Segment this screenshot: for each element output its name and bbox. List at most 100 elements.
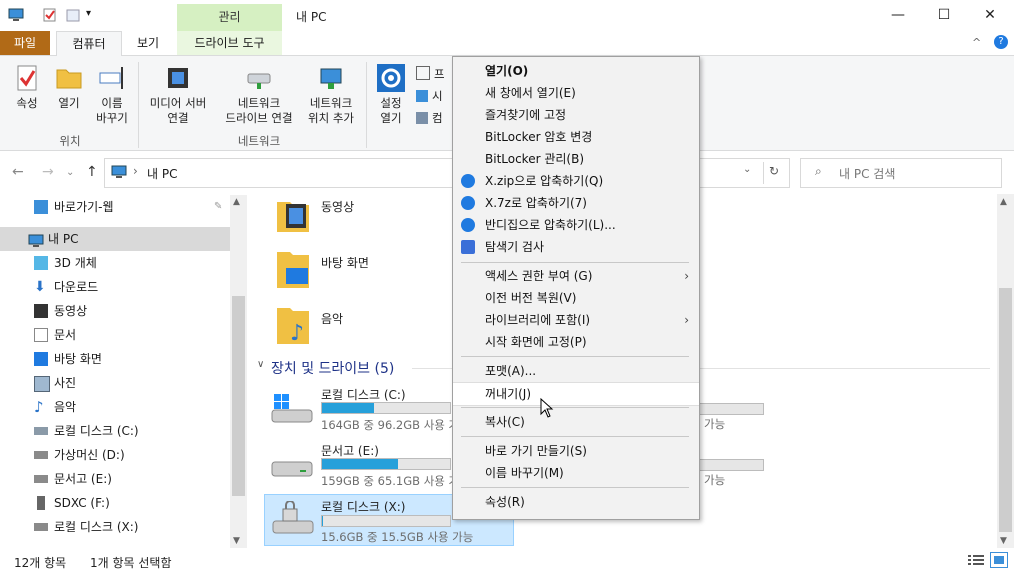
search-input[interactable]: ⌕ 내 PC 검색 <box>800 158 1002 188</box>
menu-item-open[interactable]: 열기(O) <box>453 60 699 82</box>
drive-icon <box>270 454 314 480</box>
address-dropdown-icon[interactable]: ⌄ <box>743 164 751 175</box>
tab-view[interactable]: 보기 <box>124 31 172 55</box>
rename-button[interactable]: 이름 바꾸기 <box>90 64 134 126</box>
sidebar-item-drive-e[interactable]: 문서고 (E:) <box>0 467 230 491</box>
menu-item-properties[interactable]: 속성(R) <box>453 491 699 513</box>
mouse-cursor-icon <box>540 397 554 418</box>
drives-group-header[interactable]: 장치 및 드라이브 (5) <box>271 358 394 378</box>
refresh-icon[interactable]: ↻ <box>769 164 779 178</box>
rename-label-1: 이름 <box>101 96 123 110</box>
large-icons-view-icon[interactable] <box>990 552 1008 568</box>
manage-context-tab[interactable]: 관리 <box>177 4 282 31</box>
menu-item-pin-start[interactable]: 시작 화면에 고정(P) <box>453 331 699 353</box>
rename-label-2: 바꾸기 <box>96 111 128 125</box>
menu-item-eject[interactable]: 꺼내기(J) <box>453 382 699 406</box>
sidebar-scrollbar-thumb[interactable] <box>232 296 245 496</box>
menu-item-restore-versions[interactable]: 이전 버전 복원(V) <box>453 287 699 309</box>
menu-item-give-access[interactable]: 액세스 권한 부여 (G) › <box>453 265 699 287</box>
menu-item-include-library[interactable]: 라이브러리에 포함(I) › <box>453 309 699 331</box>
sidebar-item-downloads[interactable]: ⬇ 다운로드 <box>0 275 230 299</box>
menu-item-bandizip[interactable]: 반디집으로 압축하기(L)... <box>453 214 699 236</box>
svg-text:♪: ♪ <box>290 321 304 346</box>
sd-card-icon <box>37 496 45 510</box>
scroll-up-icon[interactable]: ▲ <box>1000 197 1007 207</box>
tab-computer[interactable]: 컴퓨터 <box>56 31 122 56</box>
document-icon <box>34 328 48 342</box>
content-scrollbar-thumb[interactable] <box>999 288 1012 532</box>
drive-usage-fill <box>322 403 374 413</box>
menu-item-bitlocker-change[interactable]: BitLocker 암호 변경 <box>453 126 699 148</box>
pin-icon[interactable]: ✎ <box>214 195 222 219</box>
sidebar-item-drive-d[interactable]: 가상머신 (D:) <box>0 443 230 467</box>
tab-file[interactable]: 파일 <box>0 31 50 55</box>
drive-usage-bar <box>321 458 451 470</box>
desktop-folder-icon <box>276 250 310 290</box>
sidebar-item-drive-c[interactable]: 로컬 디스크 (C:) <box>0 419 230 443</box>
quick-access-dropdown-icon[interactable]: ▾ <box>86 8 91 19</box>
recent-locations-icon[interactable]: ⌄ <box>66 167 74 178</box>
collapse-ribbon-icon[interactable]: ^ <box>972 36 981 49</box>
help-icon[interactable]: ? <box>994 35 1008 49</box>
sidebar-item-desktop[interactable]: 바탕 화면 <box>0 347 230 371</box>
properties-quick-icon[interactable] <box>42 8 58 22</box>
drive-item-c[interactable]: 로컬 디스크 (C:) 164GB 중 96.2GB 사용 가능 <box>266 382 470 432</box>
menu-item-rename[interactable]: 이름 바꾸기(M) <box>453 462 699 484</box>
minimize-button[interactable]: — <box>875 0 921 31</box>
tab-drive-tools[interactable]: 드라이브 도구 <box>177 31 282 55</box>
sidebar-item-quick-web[interactable]: 바로가기-웹 ✎ <box>0 195 230 219</box>
menu-item-open-new-window[interactable]: 새 창에서 열기(E) <box>453 82 699 104</box>
sidebar-item-music[interactable]: ♪ 음악 <box>0 395 230 419</box>
details-view-icon[interactable] <box>968 554 984 566</box>
back-arrow-icon[interactable]: ← <box>12 164 24 180</box>
menu-item-create-shortcut[interactable]: 바로 가기 만들기(S) <box>453 440 699 462</box>
open-button[interactable]: 열기 <box>50 64 88 111</box>
address-divider <box>763 162 764 184</box>
menu-item-zip[interactable]: X.zip으로 압축하기(Q) <box>453 170 699 192</box>
forward-arrow-icon[interactable]: → <box>42 164 54 180</box>
drive-usage-bar <box>321 515 451 527</box>
netloc-label-2: 위치 추가 <box>308 111 354 125</box>
sidebar-item-videos[interactable]: 동영상 <box>0 299 230 323</box>
computer-icon[interactable] <box>8 8 24 22</box>
settings-label-1: 설정 <box>380 96 402 110</box>
desktop-icon <box>34 352 48 366</box>
menu-item-pin-quick-access[interactable]: 즐겨찾기에 고정 <box>453 104 699 126</box>
menu-item-scan[interactable]: 탐색기 검사 <box>453 236 699 258</box>
folder-item-videos[interactable]: 동영상 <box>276 194 354 234</box>
sidebar-item-drive-f[interactable]: SDXC (F:) <box>0 491 230 515</box>
add-network-location-button[interactable]: 네트워크 위치 추가 <box>302 64 360 126</box>
menu-item-format[interactable]: 포맷(A)... <box>453 360 699 382</box>
rename-icon <box>98 64 126 92</box>
map-network-drive-button[interactable]: 네트워크 드라이브 연결 <box>214 64 304 126</box>
windows-drive-icon <box>34 427 48 435</box>
small-ribbon-item-2[interactable]: 시 <box>416 88 443 104</box>
drive-usage-partial-text: 가능 <box>704 473 726 487</box>
sidebar-item-documents[interactable]: 문서 <box>0 323 230 347</box>
collapse-group-icon[interactable]: ∨ <box>257 359 264 370</box>
menu-separator <box>461 436 689 437</box>
menu-separator <box>461 356 689 357</box>
close-button[interactable]: ✕ <box>967 0 1013 31</box>
media-server-button[interactable]: 미디어 서버 연결 <box>144 64 212 126</box>
sidebar-item-3d-objects[interactable]: 3D 개체 <box>0 251 230 275</box>
small-ribbon-item-1[interactable]: 프 <box>416 66 445 82</box>
new-folder-quick-icon[interactable] <box>66 8 82 22</box>
menu-item-copy[interactable]: 복사(C) <box>453 411 699 433</box>
folder-item-music[interactable]: ♪ 음악 <box>276 306 343 346</box>
folder-item-desktop[interactable]: 바탕 화면 <box>276 250 369 290</box>
properties-button[interactable]: 속성 <box>6 64 48 111</box>
up-arrow-icon[interactable]: ↑ <box>86 164 98 180</box>
menu-item-bitlocker-manage[interactable]: BitLocker 관리(B) <box>453 148 699 170</box>
small-ribbon-item-3[interactable]: 컴 <box>416 110 443 126</box>
drive-item-e[interactable]: 문서고 (E:) 159GB 중 65.1GB 사용 가능 <box>266 438 470 488</box>
sidebar-item-this-pc[interactable]: 내 PC <box>0 227 230 251</box>
menu-item-7z[interactable]: X.7z로 압축하기(7) <box>453 192 699 214</box>
scroll-down-icon[interactable]: ▼ <box>1000 536 1007 546</box>
scroll-down-icon[interactable]: ▼ <box>233 536 240 546</box>
scroll-up-icon[interactable]: ▲ <box>233 197 240 207</box>
sidebar-item-drive-x[interactable]: 로컬 디스크 (X:) <box>0 515 230 539</box>
open-settings-button[interactable]: 설정 열기 <box>372 64 410 126</box>
maximize-button[interactable]: ☐ <box>921 0 967 31</box>
sidebar-item-pictures[interactable]: 사진 <box>0 371 230 395</box>
